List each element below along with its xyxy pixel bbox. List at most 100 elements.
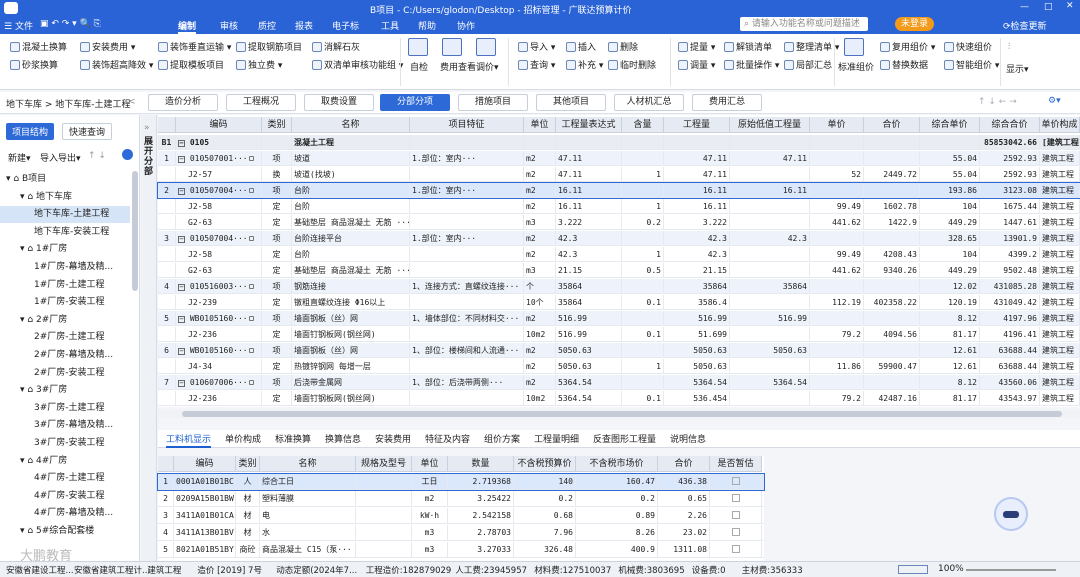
cell-comp[interactable]: 建筑工程 (1040, 343, 1080, 358)
resource-cell-type[interactable]: 商砼 (236, 542, 260, 557)
tab-fee-setting[interactable]: 取费设置 (304, 94, 374, 111)
query-button[interactable]: 查询 ▾ (518, 58, 555, 71)
resource-cell-no[interactable]: 2 (158, 491, 174, 506)
cell-unit[interactable]: m2 (524, 183, 556, 198)
cell-type[interactable]: 定 (262, 359, 292, 374)
resource-cell-qty[interactable]: 3.27033 (448, 542, 514, 557)
resource-cell-total[interactable]: 2.26 (658, 508, 710, 523)
cell-tp[interactable] (864, 151, 920, 166)
cell-name[interactable]: 基础垫层 商品混凝土 无筋 ··· (292, 263, 410, 278)
cell-feat[interactable]: 1、部位：后浇带两侧··· (410, 375, 524, 390)
cell-orig[interactable]: 5364.54 (730, 375, 810, 390)
cell-comp[interactable]: 建筑工程 (1040, 263, 1080, 278)
menu-dianzibiao[interactable]: 电子标 (332, 19, 359, 32)
resource-cell-spec[interactable] (356, 491, 412, 506)
cell-code[interactable]: J2-58 (176, 247, 262, 262)
resource-cell-unit[interactable]: m3 (412, 525, 448, 540)
cell-code[interactable]: − 010607006··· (176, 375, 262, 390)
extract-rebar-button[interactable]: 提取钢筋项目 (236, 40, 302, 53)
cell-comp[interactable]: 建筑工程 (1040, 311, 1080, 326)
cell-code[interactable]: J2-58 (176, 199, 262, 214)
table-row[interactable]: J4-34 定 热镀锌钢网 每增一层 m2 5050.63 1 5050.63 11.86 59… (158, 359, 1080, 374)
cell-cup[interactable]: 104 (920, 247, 980, 262)
resource-row[interactable]: 2 0209A15B01BW 材 塑料薄膜 m2 3.25422 0.2 0.2 0.65 (158, 491, 764, 507)
estimate-checkbox[interactable] (731, 494, 740, 502)
cell-type[interactable]: 项 (262, 343, 292, 358)
tree-node[interactable]: 2#厂房-安装工程 (0, 365, 130, 382)
detail-tab[interactable]: 单价构成 (225, 432, 261, 448)
cell-orig[interactable] (730, 135, 810, 150)
collapse-icon[interactable]: − (178, 188, 185, 195)
cell-unit[interactable] (524, 135, 556, 150)
cell-feat[interactable] (410, 391, 524, 406)
cell-code[interactable]: J4-34 (176, 359, 262, 374)
cell-name[interactable]: 混凝土工程 (292, 135, 410, 150)
cell-code[interactable]: J2-236 (176, 391, 262, 406)
table-row[interactable]: 6 − WB0105160··· 项 墙面钢板（丝）网 1、部位：楼梯间和人流通··· m… (158, 343, 1080, 358)
cell-unit[interactable]: m2 (524, 311, 556, 326)
cell-name[interactable]: 墙面钢板（丝）网 (292, 311, 410, 326)
tree-node[interactable]: ▾ ⌂ 2#厂房 (0, 312, 130, 329)
cell-cup[interactable]: 328.65 (920, 231, 980, 246)
resource-cell-qty[interactable]: 2.719368 (448, 474, 514, 489)
temp-delete-button[interactable]: 临时删除 (608, 58, 656, 71)
resource-cell-qty[interactable]: 2.78703 (448, 525, 514, 540)
detail-tab[interactable]: 安装费用 (375, 432, 411, 448)
resource-cell-code[interactable]: 0209A15B01BW (174, 491, 236, 506)
cell-qty_r[interactable]: 1 (622, 359, 664, 374)
cell-expr[interactable]: 5364.54 (556, 391, 622, 406)
cell-name[interactable]: 坡道(找坡) (292, 167, 410, 182)
tab-labor-material[interactable]: 人材机汇总 (614, 94, 684, 111)
cell-qty_r[interactable]: 0.5 (622, 263, 664, 278)
qat-icons[interactable]: ▣ ↶ ↷ ▾ 🔍 ⎘ (40, 19, 101, 29)
cell-unit[interactable]: m2 (524, 231, 556, 246)
cell-comp[interactable]: 建筑工程 (1040, 151, 1080, 166)
detail-tab[interactable]: 反查图形工程量 (593, 432, 656, 448)
reuse-pricing-button[interactable]: 复用组价 ▾ (880, 40, 935, 53)
estimate-checkbox[interactable] (731, 528, 740, 536)
grid-header[interactable]: 工程量 (664, 117, 730, 133)
tab-fee-summary[interactable]: 费用汇总 (692, 94, 762, 111)
concrete-convert-button[interactable]: 混凝土换算 (10, 40, 67, 53)
cell-tp[interactable] (864, 279, 920, 294)
resource-header[interactable]: 是否暂估 (710, 456, 762, 472)
cell-up[interactable] (810, 183, 864, 198)
partial-summary-button[interactable]: 局部汇总 (784, 58, 832, 71)
grid-header[interactable]: 编码 (176, 117, 262, 133)
new-button[interactable]: 新建▾ (8, 151, 31, 164)
resource-header[interactable]: 名称 (260, 456, 356, 472)
cell-ctp[interactable]: 9502.48 (980, 263, 1040, 278)
status-item[interactable]: 造价 [2019] 7号 (197, 564, 262, 576)
move-updown-icon[interactable]: ↑ ↓ (88, 151, 106, 161)
cell-expr[interactable]: 16.11 (556, 183, 622, 198)
resource-cell-qty[interactable]: 3.25422 (448, 491, 514, 506)
cell-orig[interactable] (730, 359, 810, 374)
table-row[interactable]: B1− 0105 混凝土工程 85853042.66 [建筑工程] (158, 135, 1080, 150)
cell-qty[interactable]: 516.99 (664, 311, 730, 326)
cell-tp[interactable] (864, 375, 920, 390)
resource-cell-no[interactable]: 5 (158, 542, 174, 557)
resource-cell-pre[interactable]: 0.68 (514, 508, 576, 523)
cell-type[interactable]: 项 (262, 279, 292, 294)
cell-name[interactable]: 热镀锌钢网 每增一层 (292, 359, 410, 374)
resource-cell-unit[interactable]: m3 (412, 542, 448, 557)
cell-feat[interactable]: 1.部位：室内··· (410, 231, 524, 246)
resource-cell-type[interactable]: 人 (236, 474, 260, 489)
grid-header[interactable]: 项目特征 (410, 117, 524, 133)
cell-unit[interactable]: m2 (524, 247, 556, 262)
insert-button[interactable]: 插入 (566, 40, 596, 53)
grid-header[interactable]: 合价 (864, 117, 920, 133)
cell-name[interactable]: 台阶 (292, 247, 410, 262)
fee-view-button[interactable]: 费用查看 (440, 60, 476, 73)
cell-comp[interactable]: 建筑工程 (1040, 391, 1080, 406)
cell-tp[interactable]: 4208.43 (864, 247, 920, 262)
tree-node[interactable]: ▾ ⌂ 5#综合配套楼 (0, 523, 130, 540)
cell-type[interactable]: 定 (262, 263, 292, 278)
tree-node[interactable]: ▾ ⌂ 4#厂房 (0, 453, 130, 470)
cell-name[interactable]: 台阶 (292, 183, 410, 198)
table-row[interactable]: 1 − 010507001··· 项 坡道 1.部位：室内··· m2 47.11 47.11… (158, 151, 1080, 166)
tab-overview[interactable]: 工程概况 (226, 94, 296, 111)
cell-expr[interactable]: 3.222 (556, 215, 622, 230)
cell-up[interactable] (810, 135, 864, 150)
double-chevron-icon[interactable]: » (144, 123, 150, 133)
